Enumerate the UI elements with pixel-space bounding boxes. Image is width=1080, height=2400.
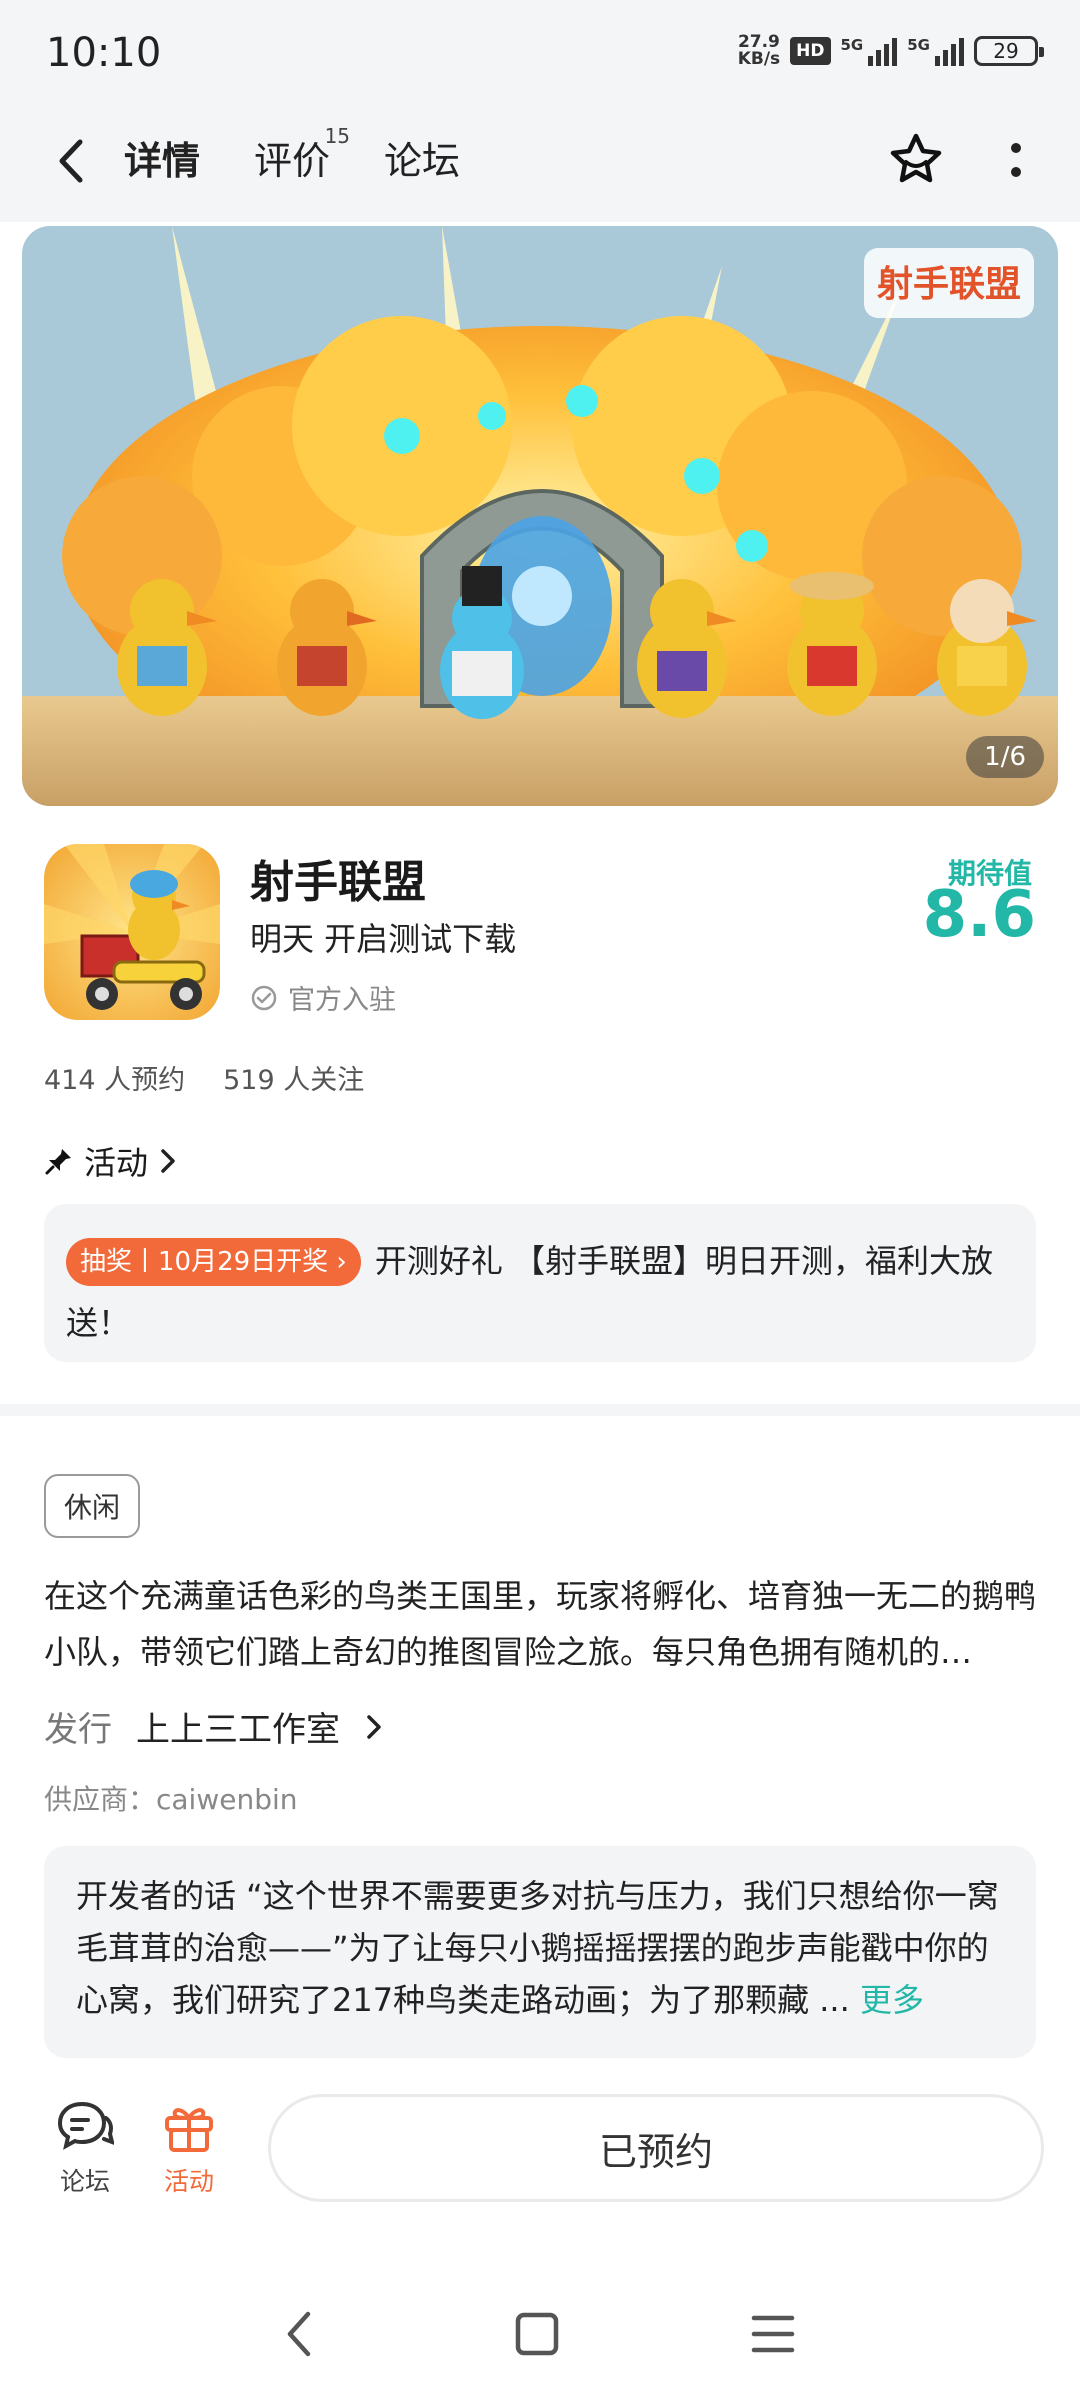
game-logo: 射手联盟: [864, 248, 1034, 318]
carousel-pager: 1/6: [966, 736, 1044, 778]
nav-back-icon[interactable]: [280, 2306, 320, 2362]
stats-row: 414 人预约 519 人关注: [44, 1058, 364, 1097]
more-link[interactable]: 更多: [860, 1981, 924, 2019]
pin-icon: [45, 1149, 71, 1175]
signal-icon-2: 5G: [907, 36, 964, 66]
section-divider: [0, 1404, 1080, 1416]
gift-icon: [165, 2108, 213, 2152]
bottom-action-bar: 论坛 活动 已预约: [0, 2090, 1080, 2220]
activity-section-header[interactable]: 活动: [44, 1138, 178, 1184]
top-header: 详情 评价 15 论坛: [0, 100, 1080, 222]
favorite-star-icon[interactable]: [884, 128, 948, 192]
chevron-right-icon: [367, 1714, 381, 1739]
game-description[interactable]: 在这个充满童话色彩的鸟类王国里，玩家将孵化、培育独一无二的鹅鸭小队，带领它们踏上…: [44, 1568, 1040, 1680]
chevron-right-icon: [161, 1149, 175, 1173]
official-badge: 官方入驻: [250, 978, 396, 1017]
developer-notes-card[interactable]: 开发者的话 “这个世界不需要更多对抗与压力，我们只想给你一窝毛茸茸的治愈——”为…: [44, 1846, 1036, 2058]
battery-icon: 29: [974, 36, 1044, 66]
publisher-name: 上上三工作室: [136, 1710, 340, 1750]
nav-menu-icon[interactable]: [748, 2306, 798, 2362]
reviews-count-badge: 15: [324, 124, 351, 148]
reservation-count: 414 人预约: [44, 1065, 186, 1096]
hd-icon: HD: [790, 37, 831, 65]
forum-chat-icon: [57, 2101, 114, 2150]
network-speed: 27.9 KB/s: [737, 32, 781, 69]
forum-button[interactable]: 论坛: [40, 2098, 130, 2198]
signal-icon: 5G: [841, 36, 898, 66]
genre-tag[interactable]: 休闲: [44, 1474, 141, 1538]
status-time: 10:10: [46, 30, 162, 76]
status-bar: 10:10 27.9 KB/s HD 5G 5G 29: [0, 0, 1080, 100]
back-arrow-icon[interactable]: [52, 136, 92, 186]
more-options-icon[interactable]: [1008, 140, 1024, 180]
status-icons: 27.9 KB/s HD 5G 5G 29: [737, 32, 1044, 69]
lottery-badge[interactable]: 抽奖丨10月29日开奖 ›: [66, 1238, 361, 1286]
reserved-button[interactable]: 已预约: [268, 2094, 1044, 2202]
tab-reviews[interactable]: 评价 15: [252, 124, 350, 185]
banner-image: 射手联盟: [22, 226, 1058, 806]
publisher-label: 发行: [44, 1710, 112, 1750]
tab-bar: 详情 评价 15 论坛: [122, 124, 462, 185]
expectation-score: 8.6: [922, 878, 1036, 952]
release-status: 明天 开启测试下载: [250, 920, 517, 958]
verified-check-icon: [251, 985, 277, 1010]
activity-button[interactable]: 活动: [144, 2098, 234, 2198]
tab-details[interactable]: 详情: [122, 130, 203, 185]
app-name: 射手联盟: [250, 857, 426, 908]
tab-forum[interactable]: 论坛: [382, 130, 462, 185]
nav-home-icon[interactable]: [512, 2306, 562, 2362]
activity-card[interactable]: 抽奖丨10月29日开奖 › 开测好礼 【射手联盟】明日开测，福利大放送！: [44, 1204, 1036, 1362]
publisher-row[interactable]: 发行 上上三工作室: [44, 1702, 384, 1751]
follower-count: 519 人关注: [223, 1065, 365, 1096]
app-icon: [44, 844, 220, 1020]
screenshot-carousel[interactable]: 射手联盟 1/6: [22, 226, 1058, 806]
system-nav-bar: [0, 2280, 1080, 2400]
supplier-info: 供应商：caiwenbin: [44, 1783, 298, 1816]
svg-text:射手联盟: 射手联盟: [877, 264, 1021, 305]
